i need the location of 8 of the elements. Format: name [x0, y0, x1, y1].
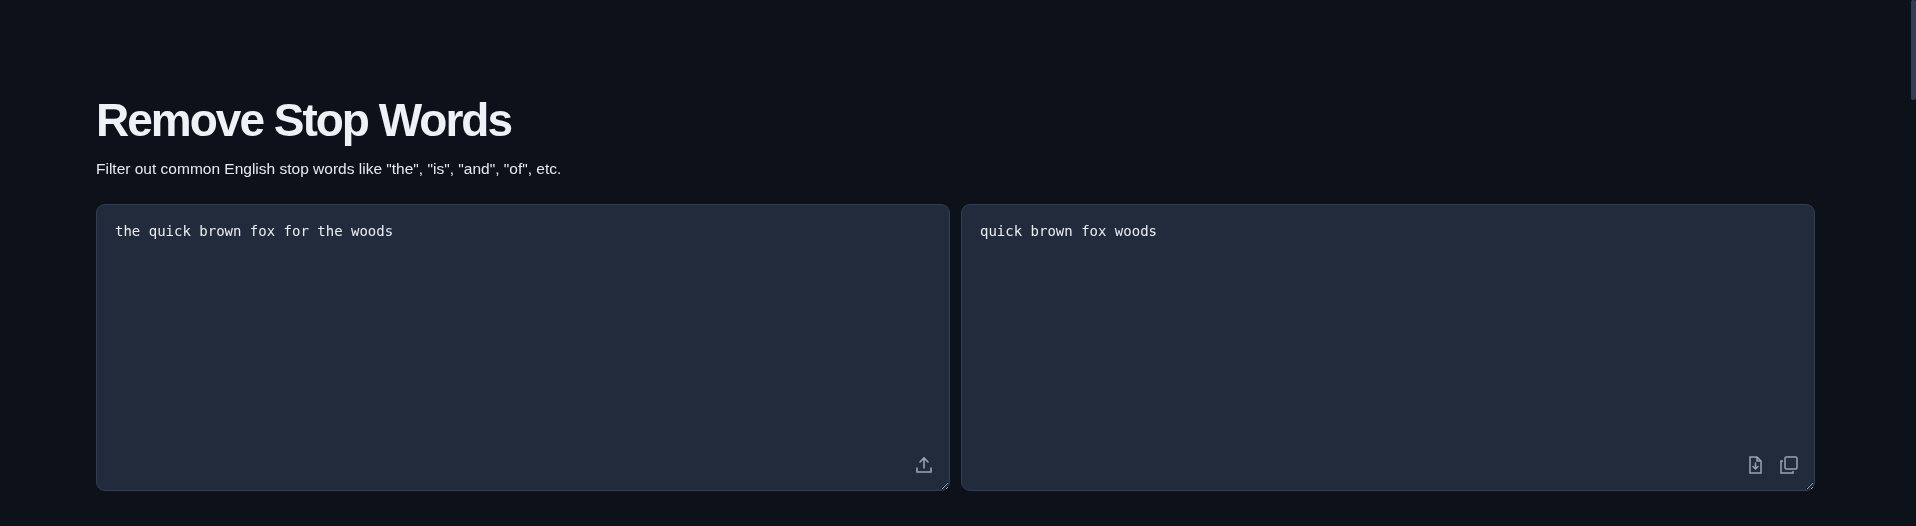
upload-icon: [914, 455, 934, 475]
page-description: Filter out common English stop words like "the", "is", "and", "of", etc.: [96, 160, 563, 178]
output-field[interactable]: quick brown fox woods: [961, 204, 1815, 491]
scrollbar-thumb[interactable]: [1911, 0, 1916, 100]
copy-icon: [1779, 455, 1799, 475]
input-field[interactable]: the quick brown fox for the woods: [96, 204, 950, 491]
page-title: Remove Stop Words: [96, 93, 513, 148]
copy-button[interactable]: [1777, 453, 1801, 477]
